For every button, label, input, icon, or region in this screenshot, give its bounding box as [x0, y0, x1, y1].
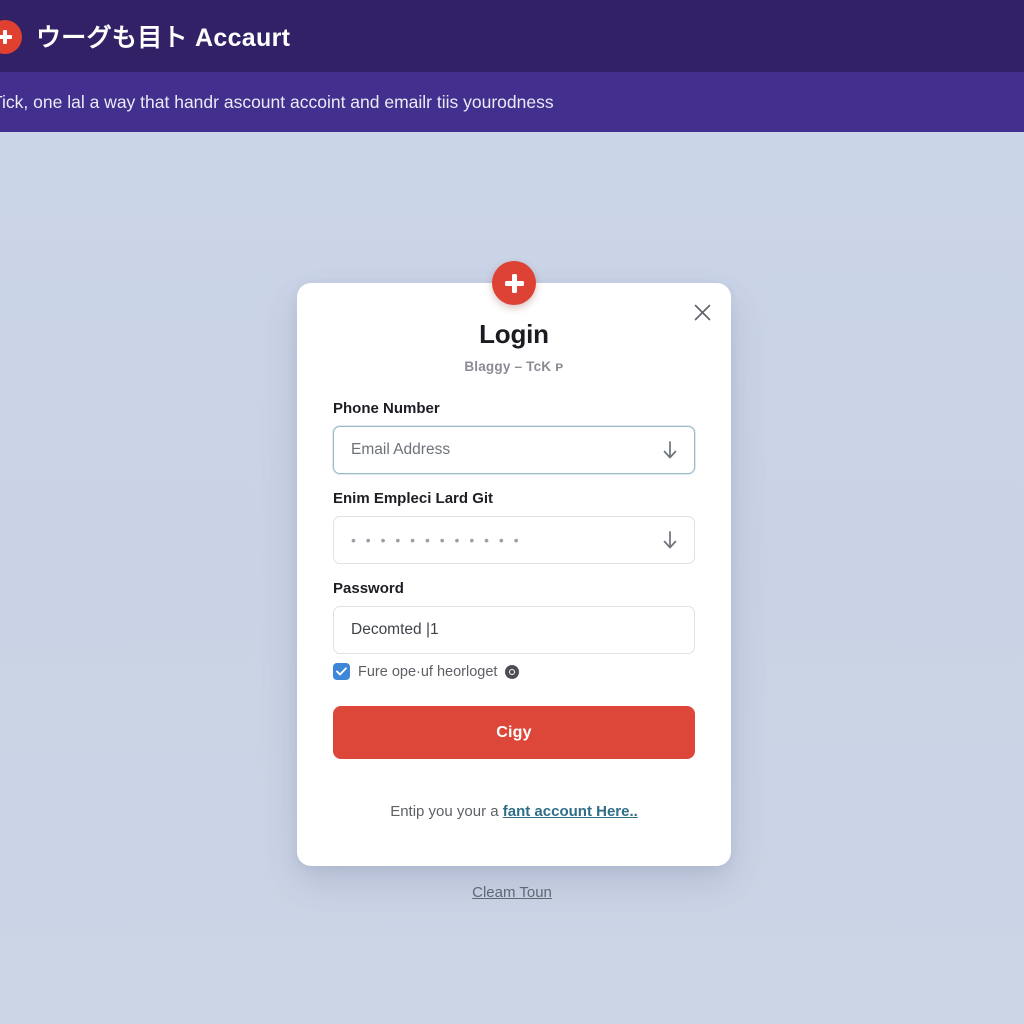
password-input[interactable]: Decomted |1: [333, 606, 695, 654]
input-value: • • • • • • • • • • • •: [351, 532, 522, 548]
brand-plus-circle-icon: [0, 20, 22, 54]
field-label: Phone Number: [333, 400, 440, 417]
input-value: Decomted |1: [351, 621, 439, 638]
close-icon: [694, 304, 710, 320]
card-footer: Entip you your a fant account Here..: [333, 803, 695, 820]
create-account-link[interactable]: fant account Here..: [503, 803, 638, 820]
submit-button[interactable]: Cigy: [333, 706, 695, 759]
plus-icon: [0, 29, 13, 45]
sub-banner: Tick, one lal a way that handr ascount a…: [0, 72, 1024, 132]
phone-number-input[interactable]: Email Address: [333, 426, 695, 474]
close-button[interactable]: [687, 297, 717, 327]
remember-checkbox-row[interactable]: Fure ope·uf heorloget: [333, 663, 695, 680]
checkbox-label: Fure ope·uf heorloget: [358, 663, 498, 680]
login-card: Login Blaɡɡy – TcK ᴘ Phone Number Email …: [297, 261, 731, 866]
field-enim-empleci-lard-git: Enim Empleci Lard Git • • • • • • • • • …: [333, 490, 695, 564]
card-plus-circle-icon: [492, 261, 536, 305]
top-header-bar: ウーグも目ト Accaurt: [0, 0, 1024, 72]
plus-icon: [503, 272, 525, 294]
checkbox-checked-icon[interactable]: [333, 663, 350, 680]
sub-banner-text: Tick, one lal a way that handr ascount a…: [0, 91, 554, 112]
app-root: ウーグも目ト Accaurt Tick, one lal a way that …: [0, 0, 1024, 1024]
login-card-wrapper: Login Blaɡɡy – TcK ᴘ Phone Number Email …: [297, 261, 731, 866]
info-circle-icon[interactable]: [505, 664, 520, 679]
card-subtitle: Blaɡɡy – TcK ᴘ: [464, 359, 564, 374]
below-card-link[interactable]: Cleam Toun: [0, 884, 1024, 901]
masked-input[interactable]: • • • • • • • • • • • •: [333, 516, 695, 564]
arrow-down-icon[interactable]: [660, 439, 680, 461]
input-placeholder: Email Address: [351, 441, 451, 458]
field-label: Enim Empleci Lard Git: [333, 490, 494, 507]
arrow-down-icon[interactable]: [660, 529, 680, 551]
field-password: Password Decomted |1: [333, 580, 695, 654]
card-footer-prefix: Entip you your a: [390, 803, 503, 820]
login-form: Phone Number Email Address Enim Empleci …: [297, 400, 731, 820]
field-label: Password: [333, 580, 404, 597]
field-phone-number: Phone Number Email Address: [333, 400, 695, 474]
page-title: ウーグも目ト Accaurt: [36, 24, 291, 52]
